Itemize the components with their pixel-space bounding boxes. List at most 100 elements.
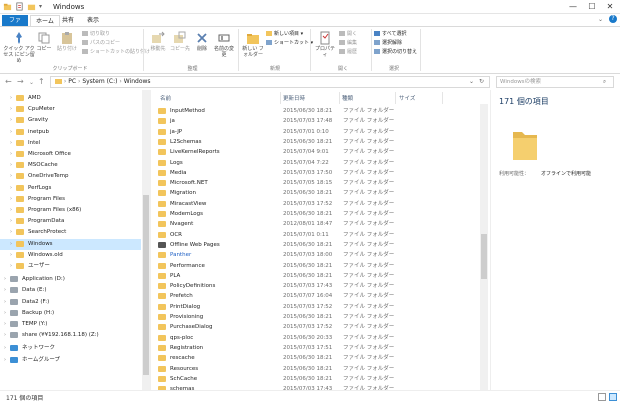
table-row[interactable]: PrintDialog 2015/07/03 17:52 ファイル フォルダー: [156, 302, 478, 312]
recent-dropdown-icon[interactable]: ⌄: [29, 79, 34, 86]
expand-chevron-icon[interactable]: ›: [10, 138, 12, 149]
nav-item-application-d[interactable]: › Application (D:): [0, 274, 141, 285]
expand-chevron-icon[interactable]: ›: [10, 239, 12, 250]
column-name[interactable]: 名前: [160, 94, 171, 104]
nav-item-perflogs[interactable]: › PerfLogs: [0, 183, 141, 194]
expand-chevron-icon[interactable]: ›: [10, 104, 12, 115]
table-row[interactable]: InputMethod 2015/06/30 18:21 ファイル フォルダー: [156, 106, 478, 116]
table-row[interactable]: Logs 2015/07/04 7:22 ファイル フォルダー: [156, 158, 478, 168]
table-row[interactable]: Performance 2015/06/30 18:21 ファイル フォルダー: [156, 261, 478, 271]
nav-item-temp-y[interactable]: › TEMP (Y:): [0, 319, 141, 330]
list-scroll-thumb[interactable]: [481, 234, 487, 279]
qat-dropdown-icon[interactable]: ▾: [39, 3, 42, 10]
select-all-button[interactable]: すべて選択: [374, 31, 406, 38]
nav-item-item[interactable]: › ホームグループ: [0, 355, 141, 366]
expand-chevron-icon[interactable]: ›: [4, 285, 6, 296]
help-icon[interactable]: ?: [609, 15, 617, 23]
table-row[interactable]: OCR 2015/07/01 0:11 ファイル フォルダー: [156, 230, 478, 240]
expand-chevron-icon[interactable]: ›: [10, 205, 12, 216]
paste-shortcut-button[interactable]: ショートカットの貼り付け: [82, 49, 150, 56]
expand-chevron-icon[interactable]: ›: [10, 183, 12, 194]
expand-chevron-icon[interactable]: ›: [10, 93, 12, 104]
details-view-icon[interactable]: [598, 393, 606, 401]
pin-quick-access-button[interactable]: クイック アクセス にピン留め: [3, 31, 35, 64]
table-row[interactable]: qps-ploc 2015/06/30 20:33 ファイル フォルダー: [156, 333, 478, 343]
nav-item-gravity[interactable]: › Gravity: [0, 115, 141, 126]
expand-chevron-icon[interactable]: ›: [10, 127, 12, 138]
forward-arrow-icon[interactable]: →: [17, 77, 24, 86]
back-arrow-icon[interactable]: ←: [5, 77, 12, 86]
nav-item-item[interactable]: › ネットワーク: [0, 343, 141, 354]
expand-chevron-icon[interactable]: ›: [10, 227, 12, 238]
copy-button[interactable]: コピー: [35, 31, 53, 52]
table-row[interactable]: SchCache 2015/06/30 18:21 ファイル フォルダー: [156, 374, 478, 384]
nav-item-share-192-168-1-18-z[interactable]: › share (¥¥192.168.1.18) (Z:): [0, 330, 141, 341]
nav-item-inetpub[interactable]: › inetpub: [0, 127, 141, 138]
table-row[interactable]: rescache 2015/06/30 18:21 ファイル フォルダー: [156, 353, 478, 363]
minimize-button[interactable]: —: [564, 0, 582, 14]
nav-item-intel[interactable]: › Intel: [0, 138, 141, 149]
nav-item-programdata[interactable]: › ProgramData: [0, 216, 141, 227]
search-input[interactable]: Windowsの検索 ⌕: [496, 76, 614, 88]
nav-scroll-thumb[interactable]: [143, 195, 149, 375]
expand-chevron-icon[interactable]: ›: [10, 149, 12, 160]
move-to-button[interactable]: 移動先: [148, 31, 168, 52]
nav-item-program-files-x86[interactable]: › Program Files (x86): [0, 205, 141, 216]
nav-scrollbar[interactable]: [142, 90, 150, 390]
nav-item-data2-f[interactable]: › Data2 (F:): [0, 297, 141, 308]
table-row[interactable]: MiracastView 2015/07/03 17:52 ファイル フォルダー: [156, 199, 478, 209]
table-row[interactable]: Panther 2015/07/03 18:00 ファイル フォルダー: [156, 250, 478, 260]
table-row[interactable]: Media 2015/07/03 17:50 ファイル フォルダー: [156, 168, 478, 178]
open-button[interactable]: 開く: [339, 31, 357, 38]
nav-item-program-files[interactable]: › Program Files: [0, 194, 141, 205]
table-row[interactable]: ja-JP 2015/07/01 0:10 ファイル フォルダー: [156, 127, 478, 137]
nav-item-microsoft-office[interactable]: › Microsoft Office: [0, 149, 141, 160]
path-input[interactable]: › PC › System (C:) › Windows ⌄ ↻: [50, 76, 490, 88]
new-folder-button[interactable]: 新しい フォルダー: [242, 31, 264, 58]
path-dropdown-icon[interactable]: ⌄: [469, 77, 474, 87]
table-row[interactable]: Nvagent 2012/08/01 18:47 ファイル フォルダー: [156, 219, 478, 229]
breadcrumb-windows[interactable]: Windows: [124, 78, 151, 85]
invert-selection-button[interactable]: 選択の切り替え: [374, 49, 417, 56]
expand-chevron-icon[interactable]: ›: [4, 297, 6, 308]
history-button[interactable]: 履歴: [339, 49, 357, 56]
column-size[interactable]: サイズ: [399, 94, 415, 104]
new-item-button[interactable]: 新しい項目 ▾: [266, 31, 303, 38]
ribbon-expand-icon[interactable]: ⌄: [598, 16, 603, 23]
expand-chevron-icon[interactable]: ›: [10, 194, 12, 205]
table-row[interactable]: PurchaseDialog 2015/07/03 17:52 ファイル フォルダー: [156, 322, 478, 332]
tab-home[interactable]: ホーム: [30, 15, 60, 26]
table-row[interactable]: Registration 2015/07/03 17:51 ファイル フォルダー: [156, 343, 478, 353]
table-row[interactable]: Offline Web Pages 2015/06/30 18:21 ファイル フォ…: [156, 240, 478, 250]
paste-button[interactable]: 貼り付け: [55, 31, 79, 52]
nav-item-cpumeter[interactable]: › CpuMeter: [0, 104, 141, 115]
expand-chevron-icon[interactable]: ›: [4, 355, 6, 366]
expand-chevron-icon[interactable]: ›: [10, 160, 12, 171]
rename-button[interactable]: 名前の変更: [213, 31, 235, 58]
cut-button[interactable]: 切り取り: [82, 31, 110, 38]
nav-item-windows-old[interactable]: › Windows.old: [0, 250, 141, 261]
nav-item-windows[interactable]: › Windows: [0, 238, 141, 250]
expand-chevron-icon[interactable]: ›: [4, 343, 6, 354]
easy-access-button[interactable]: ショートカット ▾: [266, 40, 313, 47]
nav-item-amd[interactable]: › AMD: [0, 93, 141, 104]
nav-item-backup-h[interactable]: › Backup (H:): [0, 308, 141, 319]
nav-item-msocache[interactable]: › MSOCache: [0, 160, 141, 171]
copy-path-button[interactable]: パスのコピー: [82, 40, 120, 47]
copy-to-button[interactable]: コピー先: [170, 31, 190, 52]
column-type[interactable]: 種類: [342, 94, 353, 104]
maximize-button[interactable]: ☐: [583, 0, 601, 14]
expand-chevron-icon[interactable]: ›: [4, 330, 6, 341]
expand-chevron-icon[interactable]: ›: [10, 261, 12, 272]
expand-chevron-icon[interactable]: ›: [10, 250, 12, 261]
expand-chevron-icon[interactable]: ›: [10, 216, 12, 227]
table-row[interactable]: ja 2015/07/03 17:48 ファイル フォルダー: [156, 116, 478, 126]
table-row[interactable]: PolicyDefinitions 2015/07/03 17:43 ファイル フォ…: [156, 281, 478, 291]
table-row[interactable]: L2Schemas 2015/06/30 18:21 ファイル フォルダー: [156, 137, 478, 147]
properties-button[interactable]: プロパティ: [313, 31, 337, 58]
nav-item-searchprotect[interactable]: › SearchProtect: [0, 227, 141, 238]
expand-chevron-icon[interactable]: ›: [4, 308, 6, 319]
breadcrumb-pc[interactable]: PC: [68, 78, 76, 85]
table-row[interactable]: Prefetch 2015/07/07 16:04 ファイル フォルダー: [156, 291, 478, 301]
tab-share[interactable]: 共有: [57, 15, 79, 26]
